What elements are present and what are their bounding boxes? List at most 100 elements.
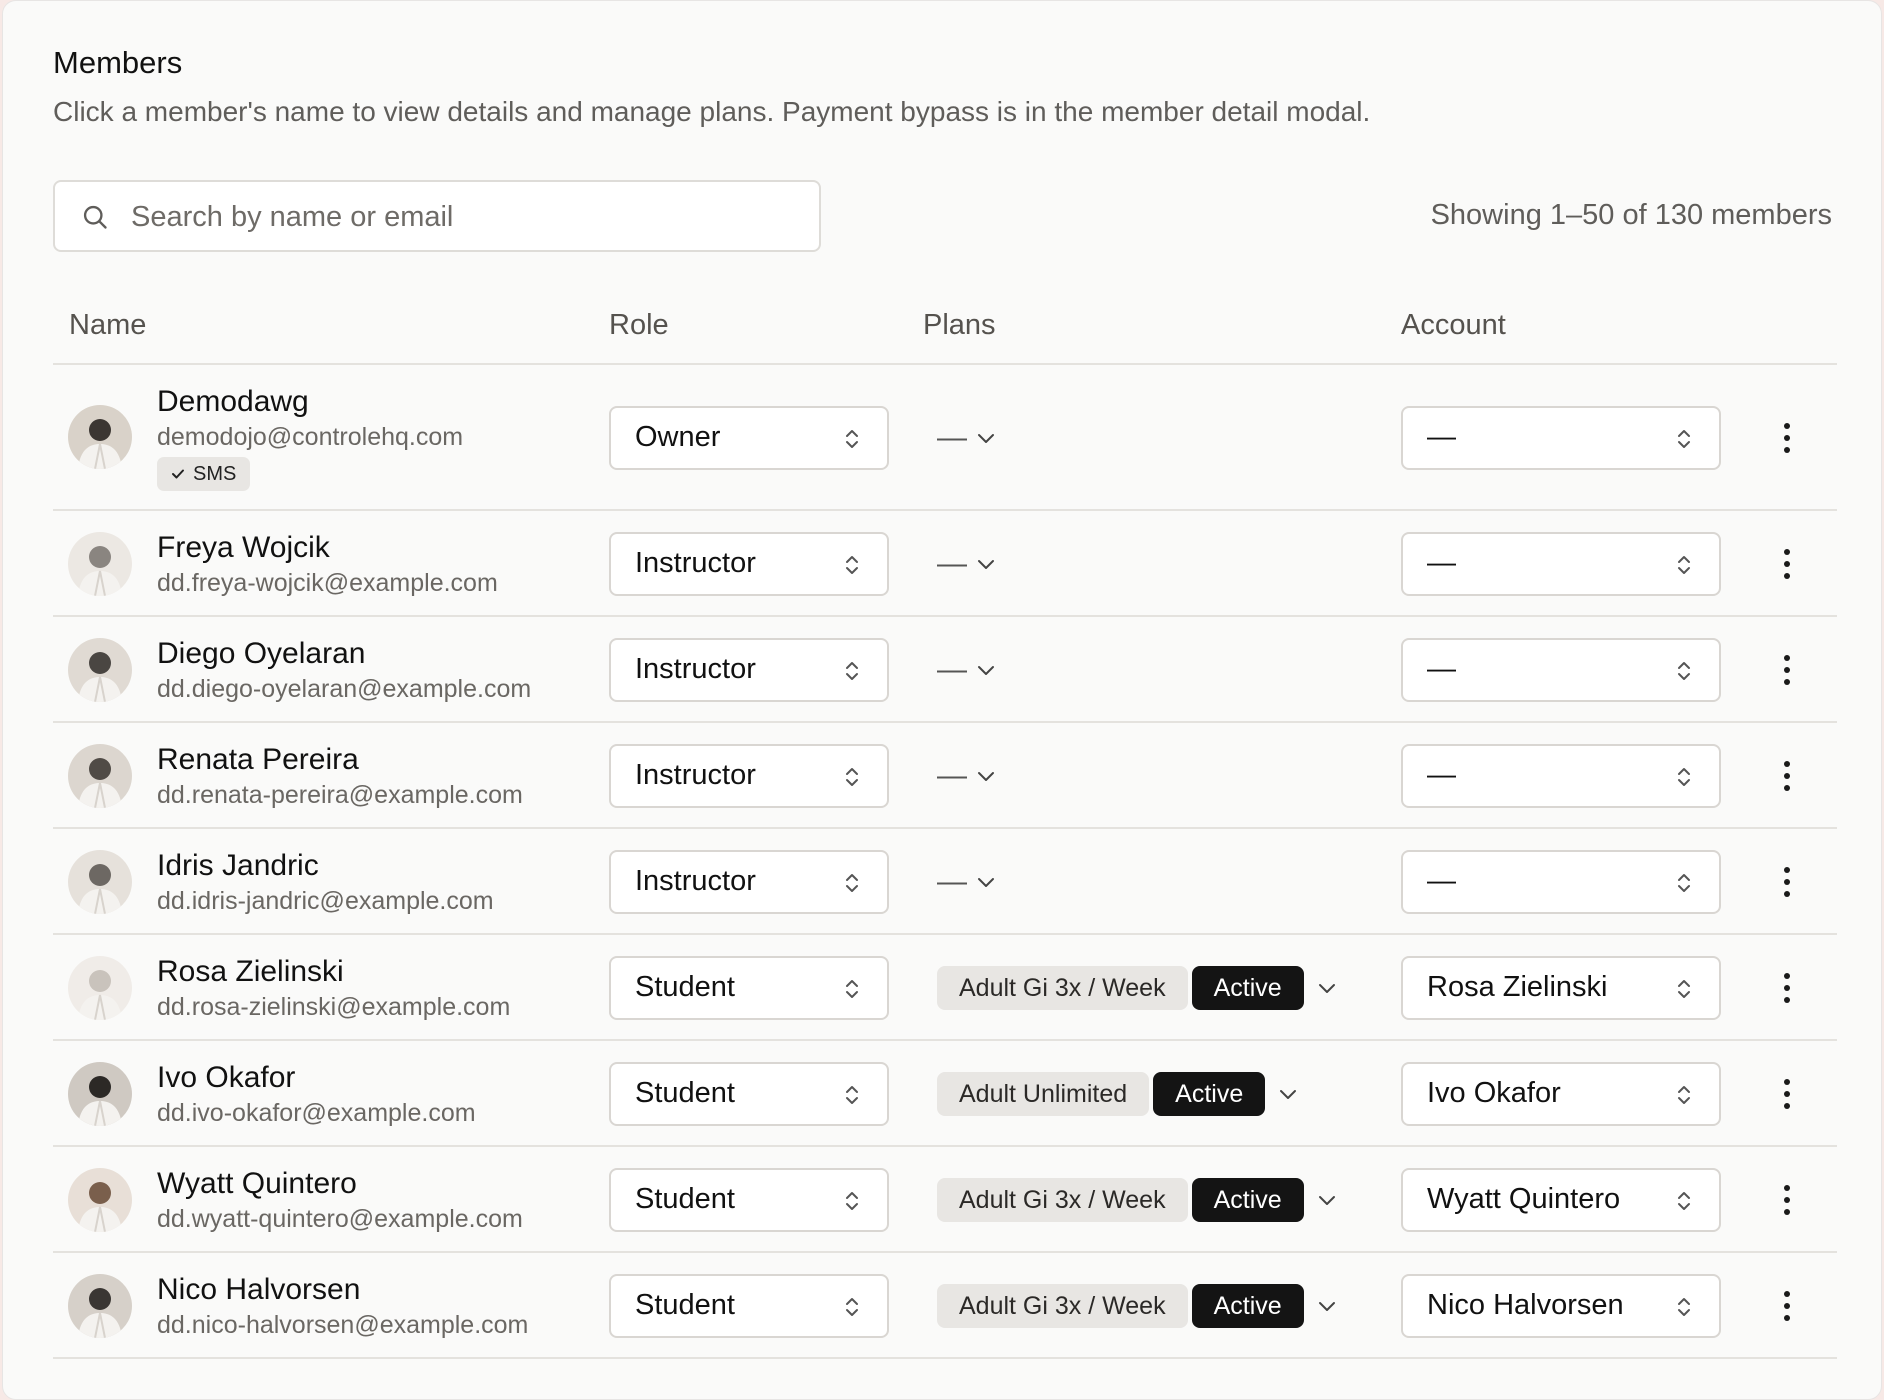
chevron-up-down-icon (846, 430, 858, 448)
role-select-value: Student (635, 1289, 735, 1321)
account-select[interactable]: Rosa Zielinski (1401, 956, 1721, 1020)
account-select-value: Wyatt Quintero (1427, 1183, 1621, 1215)
more-vertical-icon[interactable] (1777, 1289, 1797, 1323)
account-select-value: Nico Halvorsen (1427, 1289, 1624, 1321)
role-select[interactable]: Instructor (609, 744, 889, 808)
chevron-down-icon[interactable] (1318, 1300, 1336, 1312)
role-select[interactable]: Student (609, 1062, 889, 1126)
plans-cell[interactable]: — (937, 542, 995, 586)
plan-pill: Adult Unlimited (937, 1072, 1150, 1116)
member-email: demodojo@controlehq.com (157, 423, 464, 451)
chevron-down-icon[interactable] (977, 558, 995, 570)
chevron-up-down-icon (846, 1192, 858, 1210)
chevron-up-down-icon (1678, 768, 1690, 786)
avatar (68, 1062, 132, 1126)
plans-cell[interactable]: — (937, 416, 995, 460)
chevron-down-icon[interactable] (1279, 1088, 1297, 1100)
plans-empty: — (937, 759, 967, 792)
chevron-up-down-icon (846, 556, 858, 574)
member-email: dd.freya-wojcik@example.com (157, 569, 498, 597)
member-name-link[interactable]: Idris Jandric (157, 849, 319, 883)
chevron-down-icon[interactable] (977, 432, 995, 444)
role-select[interactable]: Instructor (609, 850, 889, 914)
more-vertical-icon[interactable] (1777, 547, 1797, 581)
chevron-down-icon[interactable] (1318, 982, 1336, 994)
column-header-name: Name (69, 309, 147, 341)
plans-cell: Adult Gi 3x / Week Active (923, 1284, 1336, 1328)
chevron-up-down-icon (1678, 1298, 1690, 1316)
account-select[interactable]: Ivo Okafor (1401, 1062, 1721, 1126)
account-select[interactable]: — (1401, 850, 1721, 914)
account-select-value: — (1427, 421, 1456, 453)
column-header-role: Role (609, 309, 669, 341)
plans-cell[interactable]: — (937, 648, 995, 692)
member-name-link[interactable]: Renata Pereira (157, 743, 359, 777)
role-select[interactable]: Owner (609, 406, 889, 470)
account-select[interactable]: — (1401, 638, 1721, 702)
column-header-account: Account (1401, 309, 1506, 341)
member-name-link[interactable]: Demodawg (157, 385, 309, 419)
account-select[interactable]: — (1401, 406, 1721, 470)
status-badge: Active (1191, 966, 1304, 1010)
chevron-up-down-icon (1678, 1086, 1690, 1104)
search-box[interactable] (53, 180, 821, 252)
member-name-link[interactable]: Diego Oyelaran (157, 637, 365, 671)
plans-cell: Adult Gi 3x / Week Active (923, 966, 1336, 1010)
table-row: Rosa Zielinski dd.rosa-zielinski@example.… (53, 935, 1837, 1041)
more-vertical-icon[interactable] (1777, 865, 1797, 899)
table-row: Idris Jandric dd.idris-jandric@example.co… (53, 829, 1837, 935)
chevron-up-down-icon (1678, 874, 1690, 892)
role-select-value: Instructor (635, 547, 756, 579)
role-select[interactable]: Instructor (609, 532, 889, 596)
plan-pill: Adult Gi 3x / Week (937, 1178, 1188, 1222)
plans-cell: Adult Gi 3x / Week Active (923, 1178, 1336, 1222)
status-badge: Active (1153, 1072, 1266, 1116)
plans-empty: — (937, 653, 967, 686)
more-vertical-icon[interactable] (1777, 1077, 1797, 1111)
more-vertical-icon[interactable] (1777, 1183, 1797, 1217)
chevron-up-down-icon (846, 874, 858, 892)
chevron-down-icon[interactable] (1318, 1194, 1336, 1206)
role-select[interactable]: Instructor (609, 638, 889, 702)
check-icon (172, 469, 184, 479)
member-email: dd.wyatt-quintero@example.com (157, 1205, 523, 1233)
more-vertical-icon[interactable] (1777, 421, 1797, 455)
member-name-link[interactable]: Freya Wojcik (157, 531, 330, 565)
plan-pill: Adult Gi 3x / Week (937, 1284, 1188, 1328)
account-select[interactable]: Nico Halvorsen (1401, 1274, 1721, 1338)
table-header: Name Role Plans Account (53, 301, 1837, 365)
plans-cell: Adult Unlimited Active (923, 1072, 1297, 1116)
member-email: dd.rosa-zielinski@example.com (157, 993, 511, 1021)
account-select[interactable]: Wyatt Quintero (1401, 1168, 1721, 1232)
chevron-up-down-icon (1678, 980, 1690, 998)
plan-pill: Adult Gi 3x / Week (937, 966, 1188, 1010)
more-vertical-icon[interactable] (1777, 971, 1797, 1005)
table-row: Nico Halvorsen dd.nico-halvorsen@example.… (53, 1253, 1837, 1359)
role-select-value: Student (635, 1077, 735, 1109)
sms-badge: SMS (157, 457, 251, 491)
more-vertical-icon[interactable] (1777, 759, 1797, 793)
sms-badge-label: SMS (193, 462, 237, 485)
more-vertical-icon[interactable] (1777, 653, 1797, 687)
search-input[interactable] (129, 194, 793, 240)
role-select[interactable]: Student (609, 956, 889, 1020)
member-name-link[interactable]: Rosa Zielinski (157, 955, 344, 989)
member-name-link[interactable]: Ivo Okafor (157, 1061, 295, 1095)
member-name-link[interactable]: Nico Halvorsen (157, 1273, 360, 1307)
account-select-value: — (1427, 865, 1456, 897)
chevron-down-icon[interactable] (977, 664, 995, 676)
table-row: Diego Oyelaran dd.diego-oyelaran@example.… (53, 617, 1837, 723)
chevron-down-icon[interactable] (977, 876, 995, 888)
account-select-value: — (1427, 547, 1456, 579)
plans-cell[interactable]: — (937, 754, 995, 798)
account-select[interactable]: — (1401, 744, 1721, 808)
plans-cell[interactable]: — (937, 860, 995, 904)
account-select[interactable]: — (1401, 532, 1721, 596)
chevron-down-icon[interactable] (977, 770, 995, 782)
chevron-up-down-icon (1678, 556, 1690, 574)
chevron-up-down-icon (1678, 1192, 1690, 1210)
role-select[interactable]: Student (609, 1168, 889, 1232)
member-name-link[interactable]: Wyatt Quintero (157, 1167, 357, 1201)
role-select[interactable]: Student (609, 1274, 889, 1338)
avatar (68, 1168, 132, 1232)
